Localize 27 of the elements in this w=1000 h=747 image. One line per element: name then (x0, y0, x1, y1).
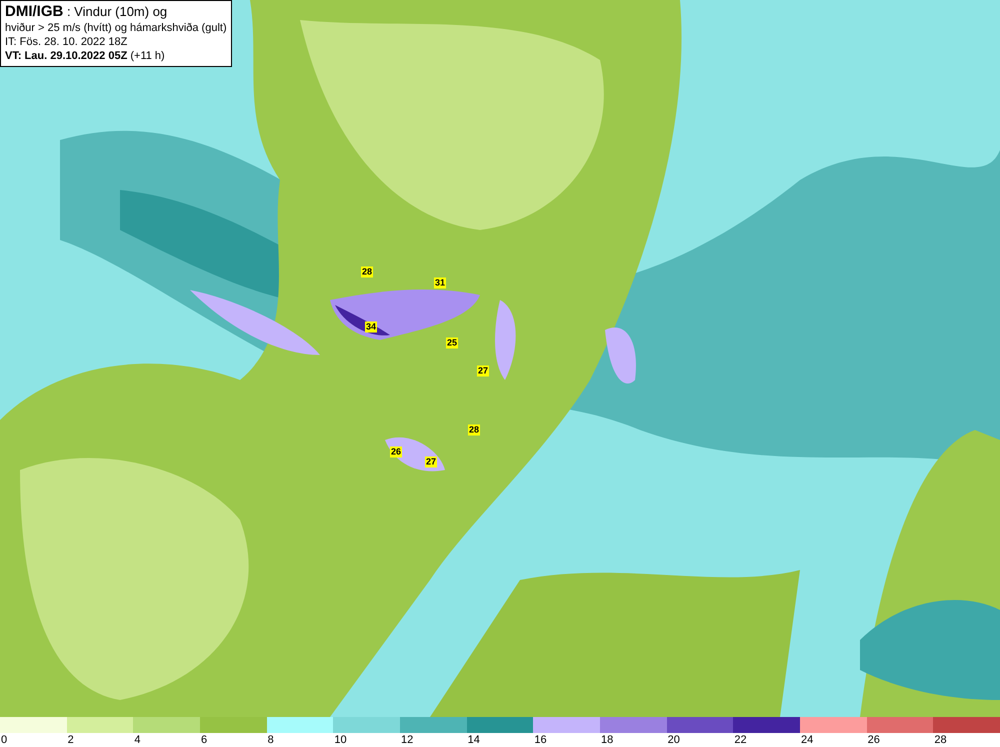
legend-tick: 12 (400, 733, 414, 747)
legend-tick: 20 (668, 733, 680, 747)
gust-label: 27 (425, 456, 437, 468)
gust-label: 25 (446, 338, 458, 348)
legend-tick: 22 (734, 733, 747, 747)
title-line: VT: Lau. 29.10.2022 05Z (+11 h) (5, 50, 166, 64)
legend-tick: 18 (600, 733, 614, 747)
title-line: hviður > 25 m/s (hvítt) og hámarkshviða (gult) (5, 22, 227, 36)
legend-tick: 4 (134, 733, 140, 747)
legend-tick: 24 (800, 733, 814, 747)
title-line: IT: Fös. 28. 10. 2022 18Z (5, 36, 128, 50)
gust-label: 28 (468, 424, 480, 436)
title-line: DMI/IGB : Vindur (10m) og (5, 3, 168, 21)
legend-tick: 6 (200, 733, 208, 747)
legend-tick: 14 (468, 733, 480, 747)
gust-label: 28 (361, 266, 373, 278)
legend-tick: 16 (534, 733, 547, 747)
legend-tick: 26 (868, 733, 880, 747)
legend-tick: 8 (268, 733, 274, 747)
legend-tick: 0 (1, 733, 8, 747)
gust-label: 34 (365, 322, 377, 332)
gust-label: 26 (390, 446, 402, 458)
gust-label: 27 (477, 366, 489, 376)
legend-tick: 10 (334, 733, 347, 747)
legend-tick: 2 (68, 733, 74, 747)
legend-tick: 28 (934, 733, 947, 747)
gust-label: 31 (434, 278, 446, 288)
